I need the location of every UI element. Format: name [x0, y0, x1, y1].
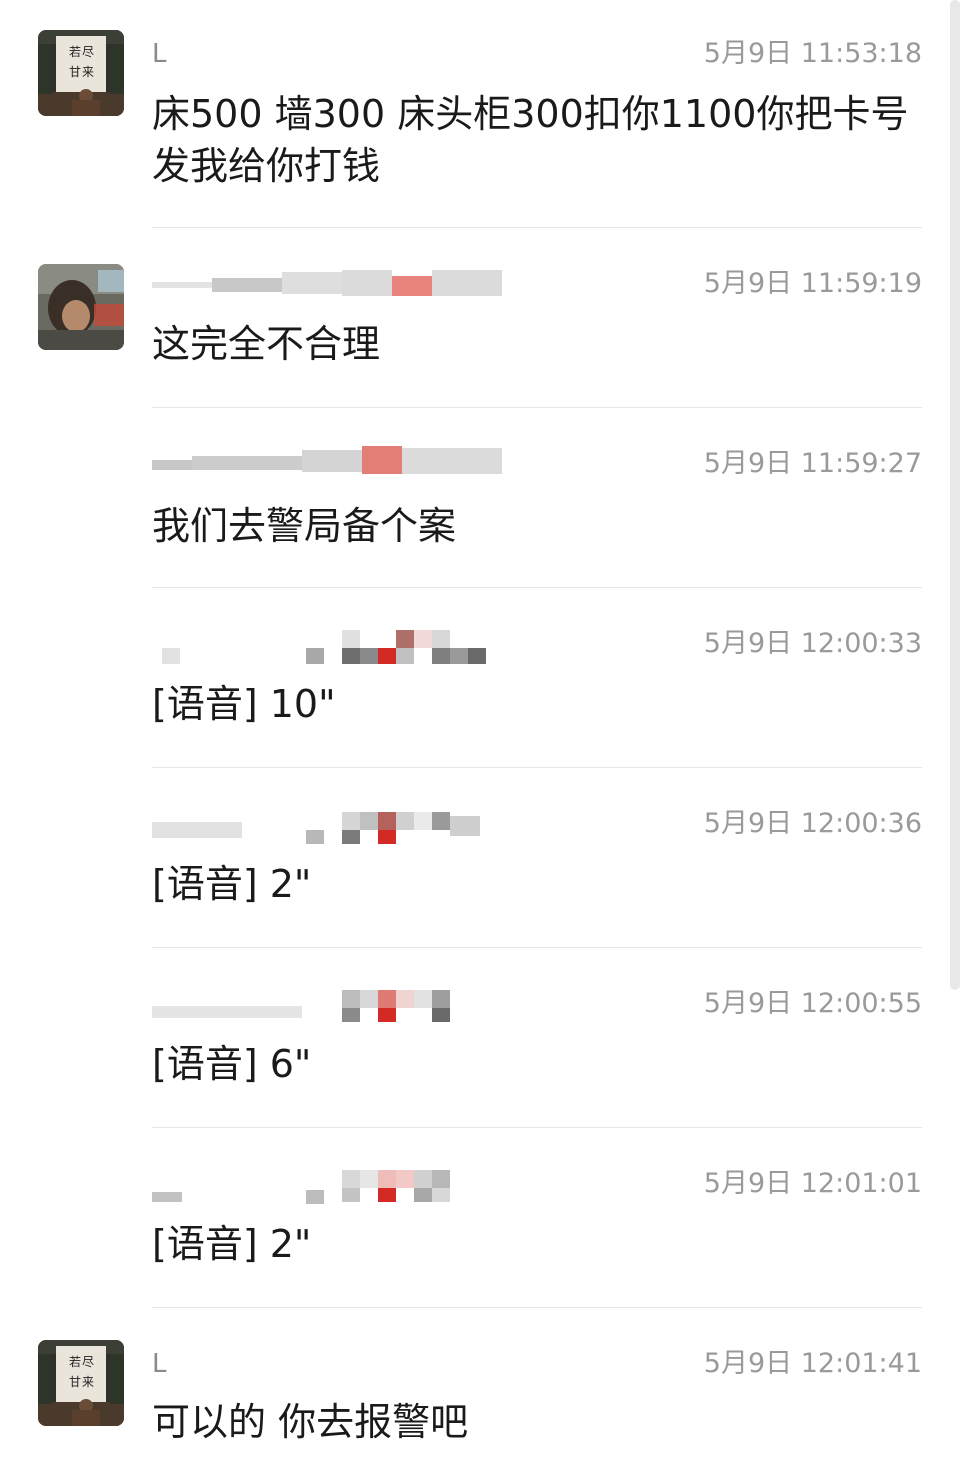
message-time: 5月9日 12:00:36: [703, 808, 922, 839]
message-item[interactable]: 5月9日 11:59:27 我们去警局备个案: [0, 408, 960, 588]
blurred-sender-name: [152, 1170, 450, 1204]
blurred-sender-name: [152, 990, 450, 1022]
avatar[interactable]: 若 尽 甘 来: [38, 1340, 124, 1426]
message-time: 5月9日 11:53:18: [703, 38, 922, 69]
svg-text:若: 若: [69, 45, 81, 59]
voice-message[interactable]: [语音] 6": [152, 1038, 932, 1090]
voice-message[interactable]: [语音] 2": [152, 858, 932, 910]
svg-text:尽: 尽: [82, 1355, 94, 1369]
svg-text:甘: 甘: [69, 1375, 81, 1389]
blurred-sender-name: [152, 812, 480, 844]
message-item[interactable]: 5月9日 12:00:33 [语音] 10": [0, 588, 960, 768]
scrollbar[interactable]: [950, 0, 960, 990]
svg-text:来: 来: [82, 1375, 94, 1389]
svg-text:来: 来: [82, 65, 94, 79]
calligraphy-avatar-image: 若 尽 甘 来: [38, 30, 124, 116]
message-item[interactable]: 5月9日 11:59:19 这完全不合理: [0, 228, 960, 408]
sender-name[interactable]: L: [152, 38, 167, 70]
avatar[interactable]: [38, 264, 124, 350]
message-item[interactable]: 若 尽 甘 来 L 5月9日 11:53:18 床500 墙300 床头柜300…: [0, 0, 960, 228]
message-text: 可以的 你去报警吧: [152, 1400, 469, 1444]
sender-name[interactable]: L: [152, 1348, 167, 1380]
message-item[interactable]: 若 尽 甘 来 L 5月9日 12:01:41 可以的 你去报警吧: [0, 1308, 960, 1483]
svg-text:尽: 尽: [82, 45, 94, 59]
calligraphy-avatar-image: 若 尽 甘 来: [38, 1340, 124, 1426]
blurred-sender-name: [162, 630, 486, 664]
message-time: 5月9日 11:59:27: [703, 448, 922, 479]
svg-text:甘: 甘: [69, 65, 81, 79]
message-text: 我们去警局备个案: [152, 504, 457, 548]
voice-message[interactable]: [语音] 2": [152, 1218, 932, 1270]
message-text: 床500 墙300 床头柜300扣你1100你把卡号发我给你打钱: [152, 92, 909, 188]
message-text: 这完全不合理: [152, 322, 381, 366]
message-time: 5月9日 12:00:55: [703, 988, 922, 1019]
blurred-sender-name: [152, 446, 502, 474]
avatar[interactable]: 若 尽 甘 来: [38, 30, 124, 116]
message-time: 5月9日 11:59:19: [703, 268, 922, 299]
message-time: 5月9日 12:01:41: [703, 1348, 922, 1379]
message-item[interactable]: 5月9日 12:00:36 [语音] 2": [0, 768, 960, 948]
svg-text:若: 若: [69, 1355, 81, 1369]
voice-message[interactable]: [语音] 10": [152, 678, 932, 730]
blurred-sender-name: [152, 270, 502, 296]
message-item[interactable]: 5月9日 12:00:55 [语音] 6": [0, 948, 960, 1128]
message-item[interactable]: 5月9日 12:01:01 [语音] 2": [0, 1128, 960, 1308]
message-time: 5月9日 12:00:33: [703, 628, 922, 659]
message-time: 5月9日 12:01:01: [703, 1168, 922, 1199]
photo-avatar-image: [38, 264, 124, 350]
chat-history-list: 若 尽 甘 来 L 5月9日 11:53:18 床500 墙300 床头柜300…: [0, 0, 960, 1483]
